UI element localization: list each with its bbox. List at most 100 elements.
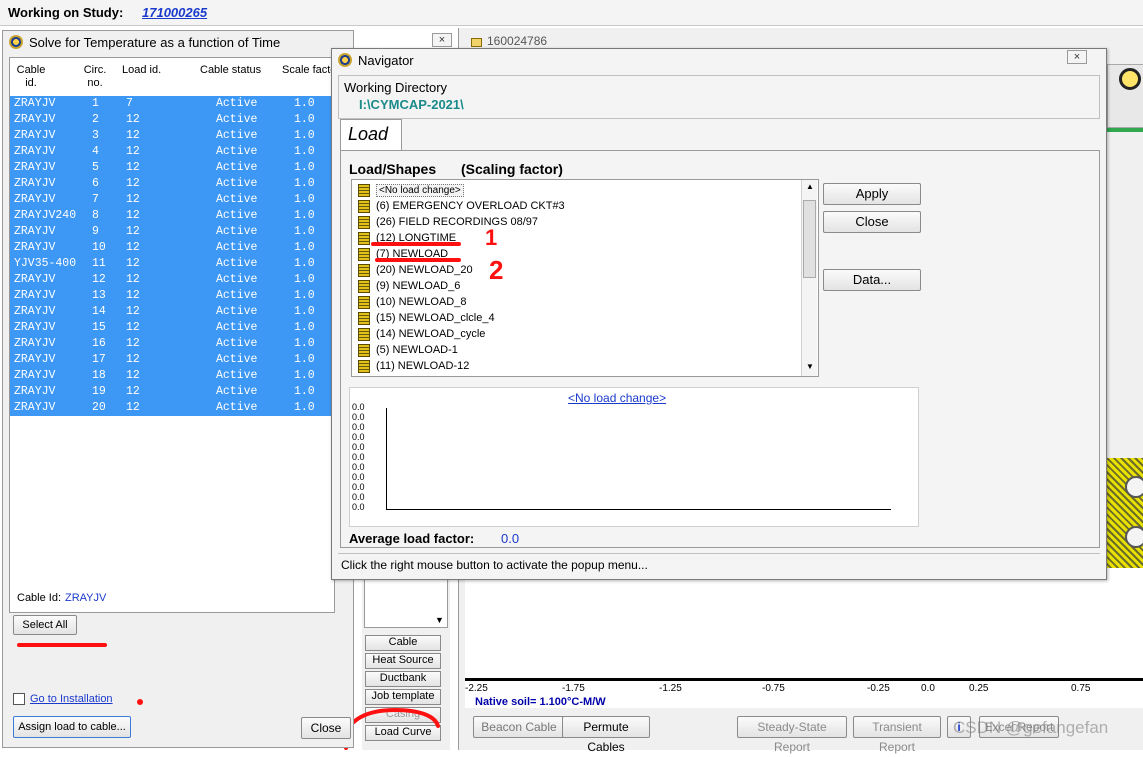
side-list: ▼ — [364, 578, 448, 628]
assign-load-button[interactable]: Assign load to cable... — [13, 716, 131, 738]
table-row[interactable]: ZRAYJV 10 12 Active 1.0 — [10, 240, 332, 256]
table-row[interactable]: ZRAYJV 3 12 Active 1.0 — [10, 128, 332, 144]
table-row[interactable]: ZRAYJV 1 7 Active 1.0 — [10, 96, 332, 112]
steady-state-report-button[interactable]: Steady-State Report — [737, 716, 847, 754]
chart-title[interactable]: <No load change> — [568, 391, 666, 405]
table-cell: ZRAYJV — [14, 273, 56, 286]
table-row[interactable]: ZRAYJV 2 12 Active 1.0 — [10, 112, 332, 128]
table-cell: 2 — [92, 113, 99, 126]
table-cell: 1.0 — [294, 257, 315, 270]
table-row[interactable]: ZRAYJV 14 12 Active 1.0 — [10, 304, 332, 320]
data-button[interactable]: Data... — [823, 269, 921, 291]
load-list-item-label: (11) NEWLOAD-12 — [376, 360, 470, 372]
table-cell: 10 — [92, 241, 106, 254]
zoom-icon[interactable] — [1119, 68, 1141, 90]
table-cell: ZRAYJV — [14, 289, 56, 302]
load-list-item-label: (10) NEWLOAD_8 — [376, 296, 467, 308]
table-cell: 20 — [92, 401, 106, 414]
scroll-thumb[interactable] — [803, 200, 816, 278]
scroll-down-arrow[interactable]: ▼ — [806, 362, 814, 371]
go-to-installation-link[interactable]: Go to Installation — [30, 693, 113, 705]
study-id-link[interactable]: 171000265 — [142, 5, 207, 20]
load-list-item-label: (26) FIELD RECORDINGS 08/97 — [376, 216, 538, 228]
permute-cables-button[interactable]: Permute Cables — [562, 716, 650, 754]
col-cable-id[interactable]: Cable id. — [14, 64, 48, 90]
load-list-item[interactable]: (5) NEWLOAD-1 — [358, 342, 458, 358]
load-list-item[interactable]: (6) EMERGENCY OVERLOAD CKT#3 — [358, 198, 565, 214]
solve-close-icon[interactable]: × — [432, 33, 452, 47]
load-list-item[interactable]: (20) NEWLOAD_20 — [358, 262, 473, 278]
table-row[interactable]: ZRAYJV 13 12 Active 1.0 — [10, 288, 332, 304]
apply-button[interactable]: Apply — [823, 183, 921, 205]
col-circ-no[interactable]: Circ. no. — [82, 64, 108, 90]
table-cell: 1.0 — [294, 129, 315, 142]
tab-load[interactable]: Load — [340, 119, 402, 151]
x-tick-label: -2.25 — [465, 683, 488, 694]
table-cell: 1.0 — [294, 353, 315, 366]
table-row[interactable]: ZRAYJV 9 12 Active 1.0 — [10, 224, 332, 240]
table-cell: 1.0 — [294, 337, 315, 350]
load-list-item[interactable]: (26) FIELD RECORDINGS 08/97 — [358, 214, 538, 230]
table-row[interactable]: ZRAYJV 7 12 Active 1.0 — [10, 192, 332, 208]
table-row[interactable]: YJV35-400 11 12 Active 1.0 — [10, 256, 332, 272]
load-list-item[interactable]: <No load change> — [358, 182, 464, 198]
table-row[interactable]: ZRAYJV 5 12 Active 1.0 — [10, 160, 332, 176]
table-row[interactable]: ZRAYJV 19 12 Active 1.0 — [10, 384, 332, 400]
table-cell: 16 — [92, 337, 106, 350]
y-tick-label: 0.0 — [352, 402, 365, 412]
cable-button[interactable]: Cable — [365, 635, 441, 651]
load-list-item[interactable]: (11) NEWLOAD-12 — [358, 358, 469, 374]
load-list-item[interactable]: (9) NEWLOAD_6 — [358, 278, 460, 294]
solve-close-button[interactable]: Close — [301, 717, 351, 739]
ductbank-button[interactable]: Ductbank — [365, 671, 441, 687]
col-cable-status[interactable]: Cable status — [200, 64, 261, 76]
table-row[interactable]: ZRAYJV 16 12 Active 1.0 — [10, 336, 332, 352]
heat-source-button[interactable]: Heat Source — [365, 653, 441, 669]
scroll-up-arrow[interactable]: ▲ — [806, 182, 814, 191]
table-row[interactable]: ZRAYJV 17 12 Active 1.0 — [10, 352, 332, 368]
table-cell: 1.0 — [294, 401, 315, 414]
cable-icon — [1125, 476, 1143, 498]
table-row[interactable]: ZRAYJV 18 12 Active 1.0 — [10, 368, 332, 384]
col-load-id[interactable]: Load id. — [122, 64, 161, 76]
navigator-window: Navigator × Working Directory I:\CYMCAP-… — [331, 48, 1107, 580]
beacon-cable-button[interactable]: Beacon Cable — [473, 716, 565, 738]
table-row[interactable]: ZRAYJV 12 12 Active 1.0 — [10, 272, 332, 288]
navigator-close-button[interactable]: Close — [823, 211, 921, 233]
table-cell: 12 — [126, 193, 140, 206]
navigator-close-icon[interactable]: × — [1067, 50, 1087, 64]
table-cell: 9 — [92, 225, 99, 238]
cable-id-value: ZRAYJV — [65, 592, 107, 604]
table-cell: 8 — [92, 209, 99, 222]
table-row[interactable]: ZRAYJV240 8 12 Active 1.0 — [10, 208, 332, 224]
table-cell: 12 — [126, 241, 140, 254]
load-list-item[interactable]: (14) NEWLOAD_cycle — [358, 326, 485, 342]
x-axis-line — [465, 678, 1143, 681]
table-cell: Active — [216, 129, 258, 142]
col-scale-factor[interactable]: Scale facto — [282, 64, 334, 76]
table-cell: 12 — [126, 129, 140, 142]
load-list[interactable]: <No load change> (6) EMERGENCY OVERLOAD C… — [351, 179, 819, 377]
load-list-scrollbar[interactable]: ▲ ▼ — [801, 180, 817, 376]
select-all-button[interactable]: Select All — [13, 615, 77, 635]
y-tick-label: 0.0 — [352, 462, 365, 472]
table-header: Cable id. Circ. no. Load id. Cable statu… — [10, 58, 334, 98]
scroll-down-arrow[interactable]: ▼ — [435, 615, 444, 625]
table-row[interactable]: ZRAYJV 4 12 Active 1.0 — [10, 144, 332, 160]
table-cell: 1.0 — [294, 273, 315, 286]
table-cell: 12 — [126, 305, 140, 318]
go-to-installation-checkbox[interactable] — [13, 693, 25, 705]
solve-window-title: Solve for Temperature as a function of T… — [29, 34, 281, 50]
table-cell: 1.0 — [294, 289, 315, 302]
table-row[interactable]: ZRAYJV 6 12 Active 1.0 — [10, 176, 332, 192]
table-cell: 14 — [92, 305, 106, 318]
transient-report-button[interactable]: Transient Report — [853, 716, 941, 754]
load-list-item[interactable]: (10) NEWLOAD_8 — [358, 294, 466, 310]
load-list-item[interactable]: (15) NEWLOAD_clcle_4 — [358, 310, 495, 326]
table-row[interactable]: ZRAYJV 15 12 Active 1.0 — [10, 320, 332, 336]
table-cell: ZRAYJV — [14, 177, 56, 190]
database-icon — [358, 327, 370, 341]
table-row[interactable]: ZRAYJV 20 12 Active 1.0 — [10, 400, 332, 416]
job-template-button[interactable]: Job template — [365, 689, 441, 705]
study-bar: Working on Study: 171000265 — [0, 0, 1143, 26]
